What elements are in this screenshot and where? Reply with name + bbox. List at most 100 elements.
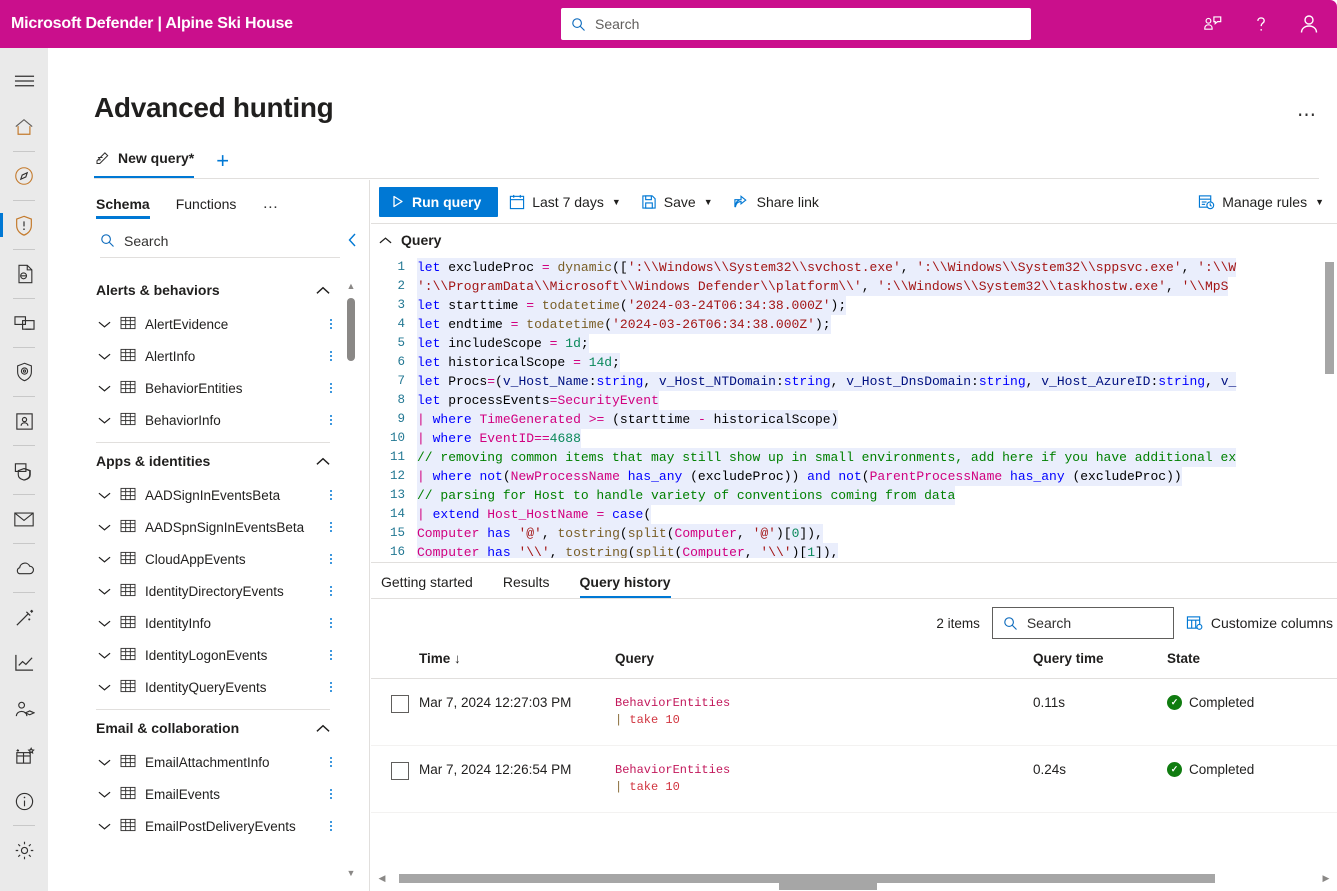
expand-table-icon[interactable] [98, 520, 111, 535]
schema-tab-overflow[interactable]: … [262, 195, 279, 220]
schema-table-CloudAppEvents[interactable]: CloudAppEvents [94, 543, 370, 575]
schema-group-email-collaboration[interactable]: Email & collaboration [94, 710, 370, 746]
column-header-query[interactable]: Query [615, 647, 1033, 679]
page-more-options-button[interactable]: ⋯ [1297, 104, 1317, 127]
devices-icon[interactable] [0, 300, 48, 346]
schema-table-IdentityDirectoryEvents[interactable]: IdentityDirectoryEvents [94, 575, 370, 607]
trials-gift-icon[interactable] [0, 732, 48, 778]
shield-incidents-icon[interactable] [0, 202, 48, 248]
expand-table-icon[interactable] [98, 755, 111, 770]
schema-scrollbar[interactable]: ▲ ▼ [346, 272, 356, 887]
people-chat-icon[interactable] [1189, 0, 1237, 48]
schema-scrollbar-thumb[interactable] [347, 298, 355, 361]
tab-functions[interactable]: Functions [176, 196, 237, 219]
customize-columns-button[interactable]: Customize columns [1186, 615, 1333, 631]
table-more-options-icon[interactable] [330, 319, 332, 329]
email-icon[interactable] [0, 496, 48, 542]
scroll-right-arrow-icon[interactable]: ▶ [1319, 873, 1333, 884]
shield-target-icon[interactable] [0, 349, 48, 395]
expand-table-icon[interactable] [98, 381, 111, 396]
row-checkbox[interactable] [391, 695, 409, 713]
cell-query[interactable]: BehaviorEntities | take 10 [615, 678, 1033, 746]
info-icon[interactable] [0, 778, 48, 824]
expand-table-icon[interactable] [98, 413, 111, 428]
table-more-options-icon[interactable] [330, 351, 332, 361]
schema-table-IdentityQueryEvents[interactable]: IdentityQueryEvents [94, 671, 370, 703]
expand-table-icon[interactable] [98, 317, 111, 332]
schema-table-EmailEvents[interactable]: EmailEvents [94, 778, 370, 810]
column-header-query-time[interactable]: Query time [1033, 647, 1167, 679]
results-horizontal-scrollbar[interactable]: ◀ ▶ [375, 871, 1333, 885]
settings-gear-icon[interactable] [0, 827, 48, 873]
schema-table-AADSignInEventsBeta[interactable]: AADSignInEventsBeta [94, 479, 370, 511]
table-more-options-icon[interactable] [330, 757, 332, 767]
table-more-options-icon[interactable] [330, 682, 332, 692]
schema-group-apps-identities[interactable]: Apps & identities [94, 443, 370, 479]
tab-query-history[interactable]: Query history [579, 574, 671, 598]
endpoint-shield-icon[interactable] [0, 447, 48, 493]
schema-search-input[interactable]: Search [100, 228, 340, 258]
hamburger-menu-icon[interactable] [0, 58, 48, 104]
schema-table-AADSpnSignInEventsBeta[interactable]: AADSpnSignInEventsBeta [94, 511, 370, 543]
expand-table-icon[interactable] [98, 819, 111, 834]
compass-exposure-icon[interactable] [0, 153, 48, 199]
table-more-options-icon[interactable] [330, 554, 332, 564]
tab-getting-started[interactable]: Getting started [381, 574, 473, 598]
collapse-schema-panel-button[interactable] [346, 232, 359, 253]
schema-table-EmailPostDeliveryEvents[interactable]: EmailPostDeliveryEvents [94, 810, 370, 842]
column-header-state[interactable]: State [1167, 647, 1337, 679]
schema-table-AlertEvidence[interactable]: AlertEvidence [94, 308, 370, 340]
schema-table-BehaviorInfo[interactable]: BehaviorInfo [94, 404, 370, 436]
expand-table-icon[interactable] [98, 616, 111, 631]
schema-table-IdentityInfo[interactable]: IdentityInfo [94, 607, 370, 639]
expand-table-icon[interactable] [98, 552, 111, 567]
hscroll-thumb[interactable] [399, 873, 1215, 883]
tab-schema[interactable]: Schema [96, 196, 150, 219]
query-tab-new-query[interactable]: New query* [94, 144, 202, 178]
cloud-apps-icon[interactable] [0, 545, 48, 591]
table-more-options-icon[interactable] [330, 490, 332, 500]
table-more-options-icon[interactable] [330, 821, 332, 831]
table-more-options-icon[interactable] [330, 650, 332, 660]
kql-query-editor[interactable]: 1 let excludeProc = dynamic([':\\Windows\… [371, 258, 1337, 558]
schema-table-IdentityLogonEvents[interactable]: IdentityLogonEvents [94, 639, 370, 671]
help-question-icon[interactable] [1237, 0, 1285, 48]
expand-table-icon[interactable] [98, 648, 111, 663]
schema-table-AlertInfo[interactable]: AlertInfo [94, 340, 370, 372]
schema-table-BehaviorEntities[interactable]: BehaviorEntities [94, 372, 370, 404]
row-checkbox[interactable] [391, 762, 409, 780]
expand-table-icon[interactable] [98, 488, 111, 503]
expand-table-icon[interactable] [98, 787, 111, 802]
run-query-button[interactable]: Run query [379, 186, 499, 217]
expand-table-icon[interactable] [98, 680, 111, 695]
table-more-options-icon[interactable] [330, 415, 332, 425]
reports-chart-icon[interactable] [0, 640, 48, 686]
hunting-file-icon[interactable] [0, 251, 48, 297]
schema-table-EmailAttachmentInfo[interactable]: EmailAttachmentInfo [94, 746, 370, 778]
global-search-box[interactable]: Search [561, 8, 1031, 40]
scroll-left-arrow-icon[interactable]: ◀ [375, 873, 389, 884]
expand-table-icon[interactable] [98, 584, 111, 599]
manage-rules-button[interactable]: Manage rules ▼ [1189, 186, 1333, 218]
identity-card-icon[interactable] [0, 398, 48, 444]
table-more-options-icon[interactable] [330, 789, 332, 799]
user-account-icon[interactable] [1285, 0, 1333, 48]
table-more-options-icon[interactable] [330, 522, 332, 532]
editor-vertical-scrollbar[interactable] [1325, 262, 1335, 552]
add-query-tab-button[interactable]: + [216, 150, 229, 172]
scroll-up-arrow-icon[interactable]: ▲ [346, 281, 356, 291]
date-range-button[interactable]: Last 7 days ▼ [500, 186, 630, 218]
schema-group-alerts-behaviors[interactable]: Alerts & behaviors [94, 272, 370, 308]
hscroll-track[interactable] [389, 873, 1319, 883]
home-icon[interactable] [0, 104, 48, 150]
table-row[interactable]: Mar 7, 2024 12:26:54 PM BehaviorEntities |… [371, 745, 1337, 813]
magic-wand-icon[interactable] [0, 594, 48, 640]
cell-query[interactable]: BehaviorEntities | take 10 [615, 745, 1033, 813]
table-more-options-icon[interactable] [330, 618, 332, 628]
column-header-time[interactable]: Time ↓ [419, 647, 615, 679]
table-more-options-icon[interactable] [330, 586, 332, 596]
table-row[interactable]: Mar 7, 2024 12:27:03 PM BehaviorEntities |… [371, 678, 1337, 746]
learning-hub-icon[interactable] [0, 686, 48, 732]
scroll-down-arrow-icon[interactable]: ▼ [346, 868, 356, 878]
expand-table-icon[interactable] [98, 349, 111, 364]
